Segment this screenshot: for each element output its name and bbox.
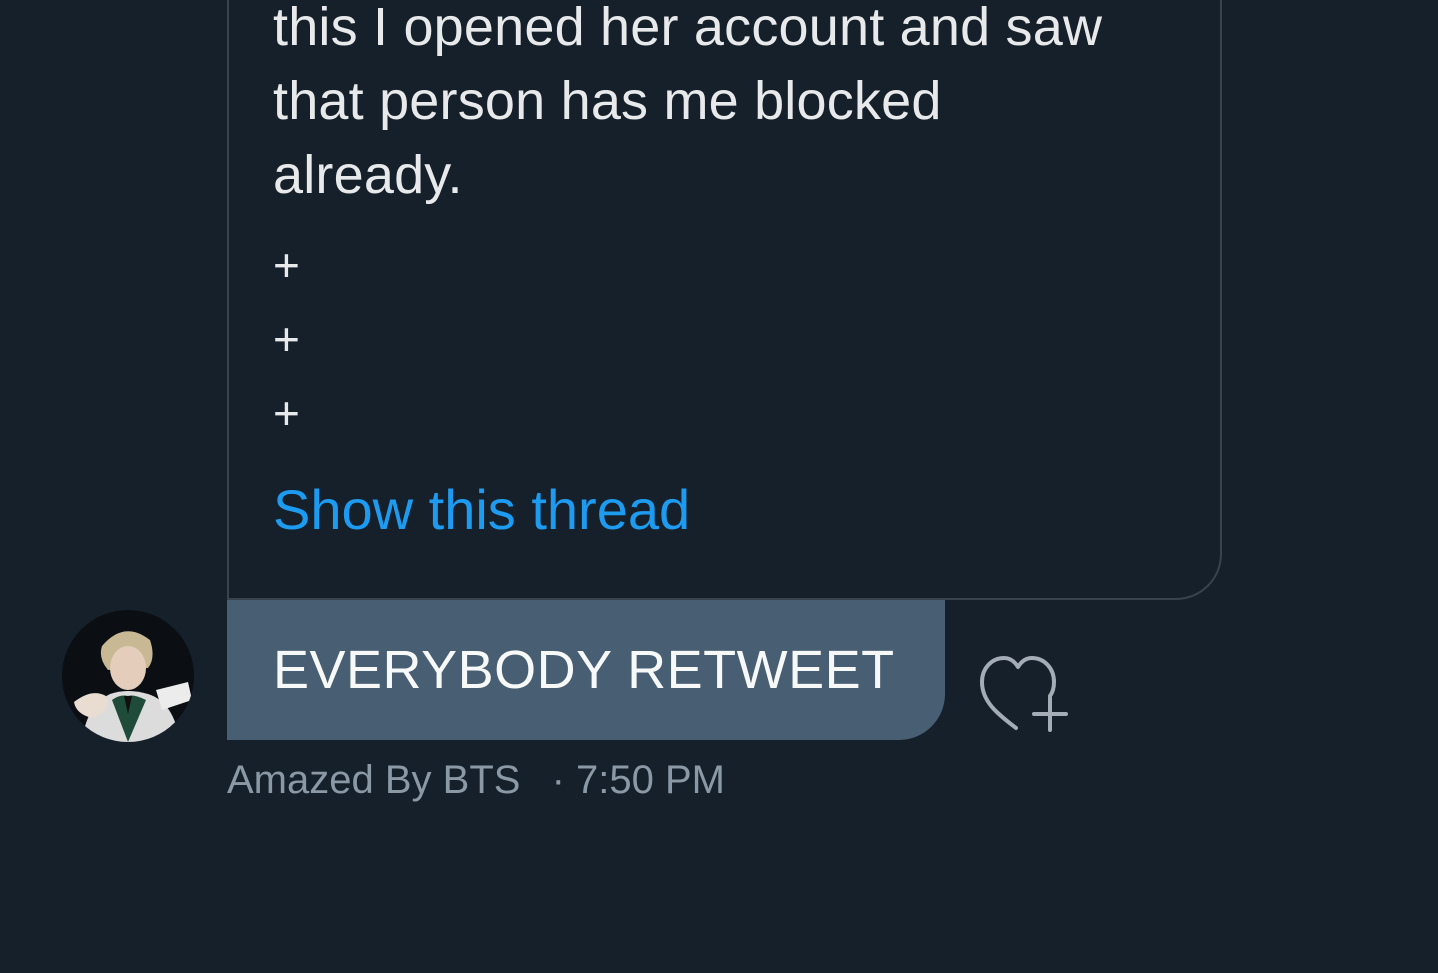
message-bubble[interactable]: EVERYBODY RETWEET	[227, 600, 945, 740]
avatar-image	[62, 610, 194, 742]
quoted-tweet-text: this I opened her account and saw that p…	[273, 0, 1103, 205]
quoted-tweet-card[interactable]: this I opened her account and saw that p…	[227, 0, 1222, 600]
meta-separator: ·	[551, 758, 565, 802]
thread-separator: +	[273, 313, 300, 365]
sender-name: Amazed By BTS	[227, 758, 521, 802]
heart-plus-icon	[980, 656, 1068, 732]
thread-separator-list: + + +	[273, 228, 300, 450]
thread-separator: +	[273, 239, 300, 291]
sender-avatar[interactable]	[62, 610, 194, 742]
show-thread-link[interactable]: Show this thread	[273, 472, 690, 548]
add-reaction-button[interactable]	[974, 650, 1074, 742]
message-meta: Amazed By BTS · 7:50 PM	[227, 756, 725, 804]
message-time: 7:50 PM	[576, 758, 725, 802]
thread-separator: +	[273, 387, 300, 439]
message-text: EVERYBODY RETWEET	[273, 640, 895, 700]
